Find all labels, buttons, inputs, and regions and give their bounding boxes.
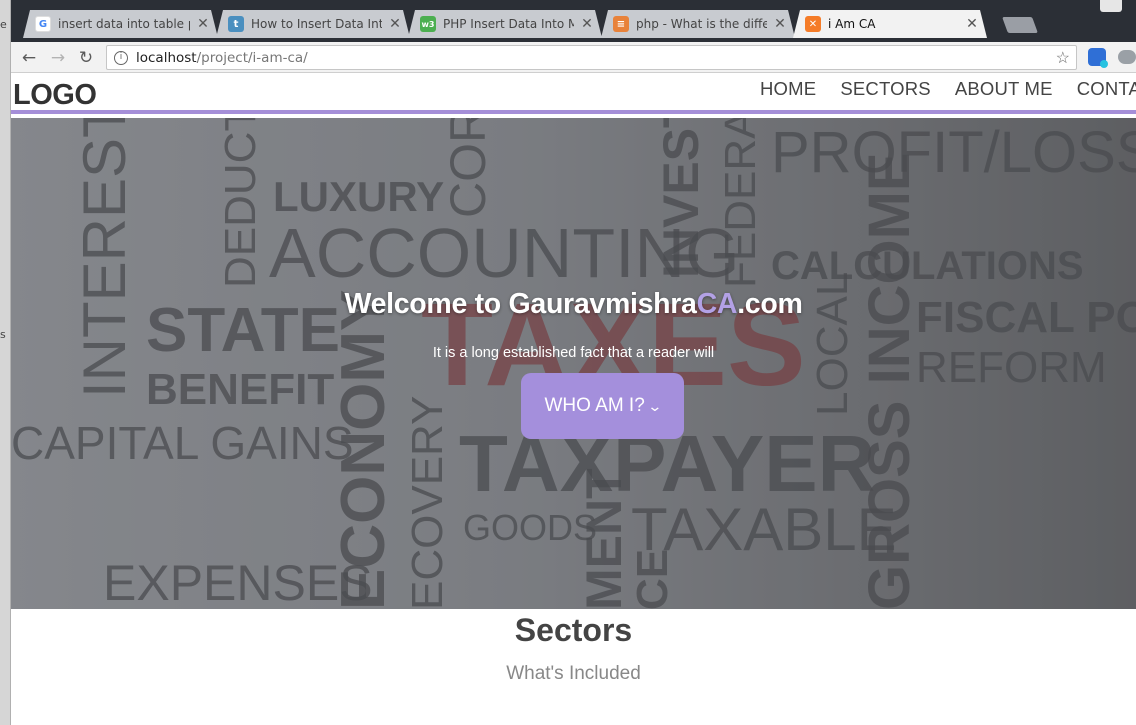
url-path: /project/i-am-ca/ [196, 49, 308, 66]
close-tab-icon[interactable]: ✕ [965, 16, 979, 32]
browser-tab[interactable]: t How to Insert Data Into M ✕ [216, 10, 410, 38]
background-window-strip: e s [0, 0, 11, 725]
browser-tab[interactable]: w3 PHP Insert Data Into MyS ✕ [408, 10, 602, 38]
tab-title: insert data into table php [58, 17, 185, 31]
stackoverflow-icon: ≡ [613, 16, 629, 32]
new-tab-button[interactable] [1002, 17, 1038, 33]
url-host: localhost [136, 49, 197, 66]
site-navbar: LOGO HOME SECTORS ABOUT ME CONTACT [11, 74, 1136, 114]
w3-icon: w3 [420, 16, 436, 32]
close-tab-icon[interactable]: ✕ [196, 16, 210, 32]
reload-button[interactable]: ↻ [74, 46, 98, 70]
browser-tab-strip: G insert data into table php ✕ t How to … [11, 0, 1136, 42]
browser-tab[interactable]: ≡ php - What is the differe ✕ [601, 10, 795, 38]
nav-home[interactable]: HOME [760, 78, 816, 100]
hero-subtitle: It is a long established fact that a rea… [432, 345, 715, 361]
browser-tab[interactable]: G insert data into table php ✕ [23, 10, 218, 38]
background-window-text: s [0, 328, 6, 341]
site-menu: HOME SECTORS ABOUT ME CONTACT [760, 78, 1136, 100]
page-viewport: LOGO HOME SECTORS ABOUT ME CONTACT PROFI… [11, 74, 1136, 725]
nav-contact[interactable]: CONTACT [1077, 78, 1136, 100]
browser-toolbar: ← → ↻ i localhost/project/i-am-ca/ ☆ [11, 42, 1136, 73]
sectors-heading: Sectors [514, 612, 633, 648]
profile-icon[interactable] [1100, 0, 1122, 12]
who-am-i-button[interactable]: WHO AM I? ⌄ [521, 373, 684, 439]
back-button[interactable]: ← [17, 46, 41, 70]
hero-overlay [11, 118, 1136, 609]
hero-title-prefix: Welcome to Gauravmishra [344, 288, 697, 320]
xampp-icon: ✕ [805, 16, 821, 32]
tab-title: php - What is the differe [636, 17, 767, 31]
extension-cloud-icon[interactable] [1118, 50, 1136, 64]
hero-section: PROFIT/LOSS LUXURY ACCOUNTING CALCULATIO… [11, 118, 1136, 609]
hero-title: Welcome to GauravmishraCA.com [11, 288, 1136, 321]
close-tab-icon[interactable]: ✕ [580, 16, 594, 32]
extension-icon[interactable] [1088, 48, 1108, 68]
site-logo[interactable]: LOGO [13, 79, 97, 112]
forward-button[interactable]: → [46, 46, 70, 70]
t-icon: t [228, 16, 244, 32]
chevron-down-icon: ⌄ [647, 397, 663, 414]
address-bar[interactable]: i localhost/project/i-am-ca/ ☆ [106, 45, 1077, 70]
nav-sectors[interactable]: SECTORS [840, 78, 931, 100]
nav-about-me[interactable]: ABOUT ME [955, 78, 1053, 100]
google-icon: G [35, 16, 51, 32]
info-icon[interactable]: i [114, 50, 128, 65]
browser-tab-active[interactable]: ✕ i Am CA ✕ [793, 10, 987, 38]
background-window-text: e [0, 18, 7, 31]
url-text[interactable]: localhost/project/i-am-ca/ [136, 50, 308, 66]
tab-title: PHP Insert Data Into MyS [443, 17, 574, 31]
bookmark-star-icon[interactable]: ☆ [1056, 48, 1070, 68]
who-am-i-label: WHO AM I? [544, 395, 645, 416]
close-tab-icon[interactable]: ✕ [773, 16, 787, 32]
tab-title: How to Insert Data Into M [251, 17, 382, 31]
hero-title-accent: CA [696, 288, 738, 320]
sectors-subheading: What's Included [506, 663, 641, 684]
close-tab-icon[interactable]: ✕ [388, 16, 402, 32]
tab-title: i Am CA [828, 17, 876, 31]
hero-title-suffix: .com [737, 288, 803, 320]
